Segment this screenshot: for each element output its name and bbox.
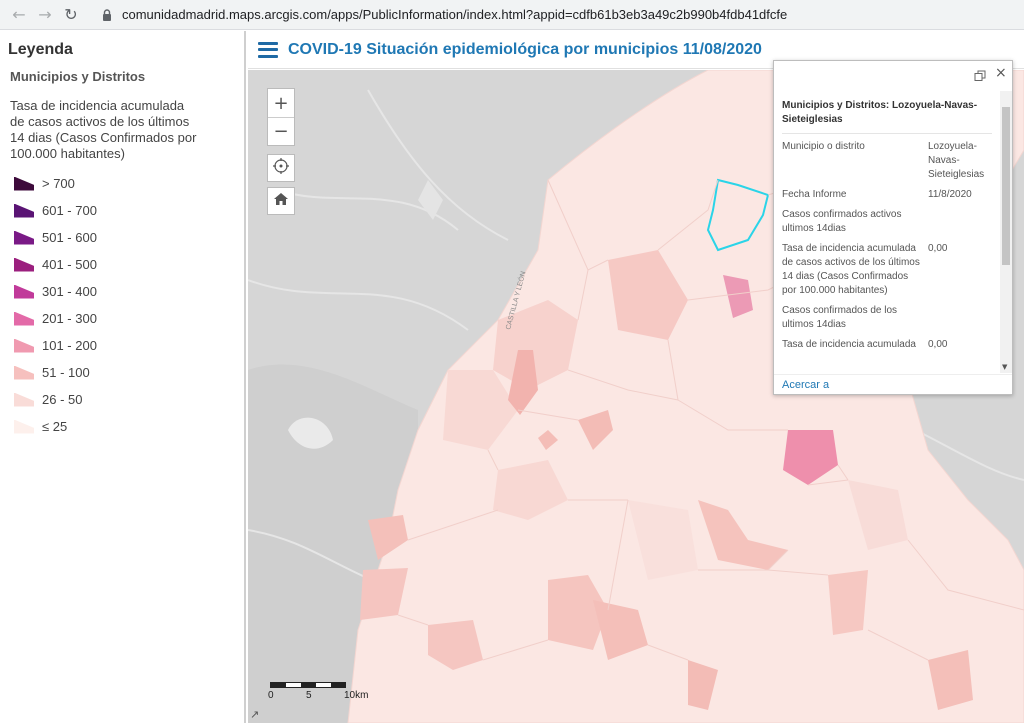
feature-popup: × Municipios y Distritos: Lozoyuela-Nava… (773, 60, 1013, 395)
attribute-key: Casos confirmados de los ultimos 14dias (782, 305, 898, 330)
legend-swatch (14, 338, 34, 353)
legend-panel: Leyenda Municipios y Distritos Tasa de i… (0, 31, 246, 723)
attribute-value (928, 304, 992, 332)
attribute-row: Municipio o distrito Lozoyuela-Navas-Siet… (782, 140, 992, 182)
legend-field-label: Tasa de incidencia acumulada de casos ac… (10, 98, 197, 161)
popup-heading: Municipios y Distritos: Lozoyuela-Navas-… (782, 99, 992, 134)
popup-scrollbar[interactable]: ▼ (1000, 91, 1012, 373)
legend-title: Leyenda (8, 41, 73, 58)
scroll-down-icon[interactable]: ▼ (1002, 363, 1007, 371)
legend-label: 201 - 300 (42, 311, 97, 326)
popup-footer: Acercar a (774, 374, 1012, 394)
scale-label-10km: 10km (344, 690, 369, 701)
scale-label-0: 0 (268, 690, 274, 701)
attribute-row: Tasa de incidencia acumulada de casos ac… (782, 242, 992, 298)
legend-swatch (14, 419, 34, 434)
popup-content: Municipios y Distritos: Lozoyuela-Navas-… (774, 91, 1000, 373)
home-icon (273, 191, 289, 212)
legend-item: > 700 (14, 170, 236, 197)
popup-scrollbar-thumb[interactable] (1002, 107, 1010, 265)
legend-item: 26 - 50 (14, 386, 236, 413)
legend-item: 401 - 500 (14, 251, 236, 278)
legend-swatch (14, 284, 34, 299)
legend-label: 26 - 50 (42, 392, 83, 407)
attribute-row: Casos confirmados de los ultimos 14dias (782, 304, 992, 332)
attribute-key: Municipio o distrito (782, 141, 865, 152)
legend-swatch (14, 203, 34, 218)
legend-swatch (14, 230, 34, 245)
legend-items: > 700 601 - 700 501 - 600 401 - 500 301 - 40… (8, 170, 236, 440)
popup-attribute-table: Municipio o distrito Lozoyuela-Navas-Siet… (782, 140, 992, 352)
restore-window-icon[interactable] (974, 69, 986, 81)
reload-icon[interactable]: ↻ (58, 2, 84, 28)
legend-swatch (14, 392, 34, 407)
legend-label: 401 - 500 (42, 257, 97, 272)
legend-label: 101 - 200 (42, 338, 97, 353)
legend-label: > 700 (42, 176, 75, 191)
legend-item: 301 - 400 (14, 278, 236, 305)
zoom-out-button[interactable]: − (268, 117, 294, 145)
legend-swatch (14, 176, 34, 191)
browser-toolbar: ← → ↻ comunidadmadrid.maps.arcgis.com/ap… (0, 0, 1024, 30)
legend-layer-name: Municipios y Distritos (10, 69, 146, 84)
attribute-row: Casos confirmados activos ultimos 14dias (782, 208, 992, 236)
scale-label-5: 5 (306, 690, 312, 701)
locate-icon (273, 157, 289, 179)
legend-label: 51 - 100 (42, 365, 90, 380)
zoom-in-button[interactable]: + (268, 89, 294, 117)
legend-label: 301 - 400 (42, 284, 97, 299)
legend-label: 501 - 600 (42, 230, 97, 245)
menu-icon[interactable] (258, 41, 278, 58)
locate-button[interactable] (267, 154, 295, 182)
legend-swatch (14, 311, 34, 326)
legend-swatch (14, 365, 34, 380)
legend-item: 101 - 200 (14, 332, 236, 359)
lock-icon (100, 8, 114, 22)
scale-bar: 0 5 10km (268, 680, 388, 710)
legend-item: 601 - 700 (14, 197, 236, 224)
zoom-to-link[interactable]: Acercar a (782, 379, 829, 391)
legend-swatch (14, 257, 34, 272)
attribute-value: 0,00 (928, 243, 948, 254)
home-button[interactable] (267, 187, 295, 215)
legend-item: ≤ 25 (14, 413, 236, 440)
attribute-row: Fecha Informe 11/8/2020 (782, 188, 992, 202)
address-bar[interactable]: comunidadmadrid.maps.arcgis.com/apps/Pub… (94, 2, 994, 27)
attribute-key: Tasa de incidencia acumulada de casos ac… (782, 243, 920, 296)
back-arrow-icon[interactable]: ← (6, 2, 32, 28)
attribute-key: Tasa de incidencia acumulada (782, 339, 916, 350)
zoom-control: + − (267, 88, 295, 146)
legend-label: 601 - 700 (42, 203, 97, 218)
attribute-value (928, 208, 992, 236)
attribute-value: Lozoyuela-Navas-Sieteiglesias (928, 141, 985, 180)
expand-corner-icon[interactable]: ↗ (250, 708, 264, 722)
legend-item: 201 - 300 (14, 305, 236, 332)
attribute-value: 11/8/2020 (928, 189, 972, 200)
attribute-value: 0,00 (928, 339, 948, 350)
close-icon[interactable]: × (995, 65, 1007, 81)
attribute-key: Fecha Informe (782, 189, 847, 200)
url-text: comunidadmadrid.maps.arcgis.com/apps/Pub… (122, 7, 788, 22)
legend-item: 51 - 100 (14, 359, 236, 386)
forward-arrow-icon[interactable]: → (32, 2, 58, 28)
legend-item: 501 - 600 (14, 224, 236, 251)
scale-bar-graphic (270, 682, 346, 688)
attribute-key: Casos confirmados activos ultimos 14dias (782, 209, 902, 234)
attribute-row: Tasa de incidencia acumulada 0,00 (782, 338, 992, 352)
app-title: COVID-19 Situación epidemiológica por mu… (288, 40, 762, 58)
legend-label: ≤ 25 (42, 419, 68, 434)
popup-titlebar: × (774, 61, 1012, 89)
